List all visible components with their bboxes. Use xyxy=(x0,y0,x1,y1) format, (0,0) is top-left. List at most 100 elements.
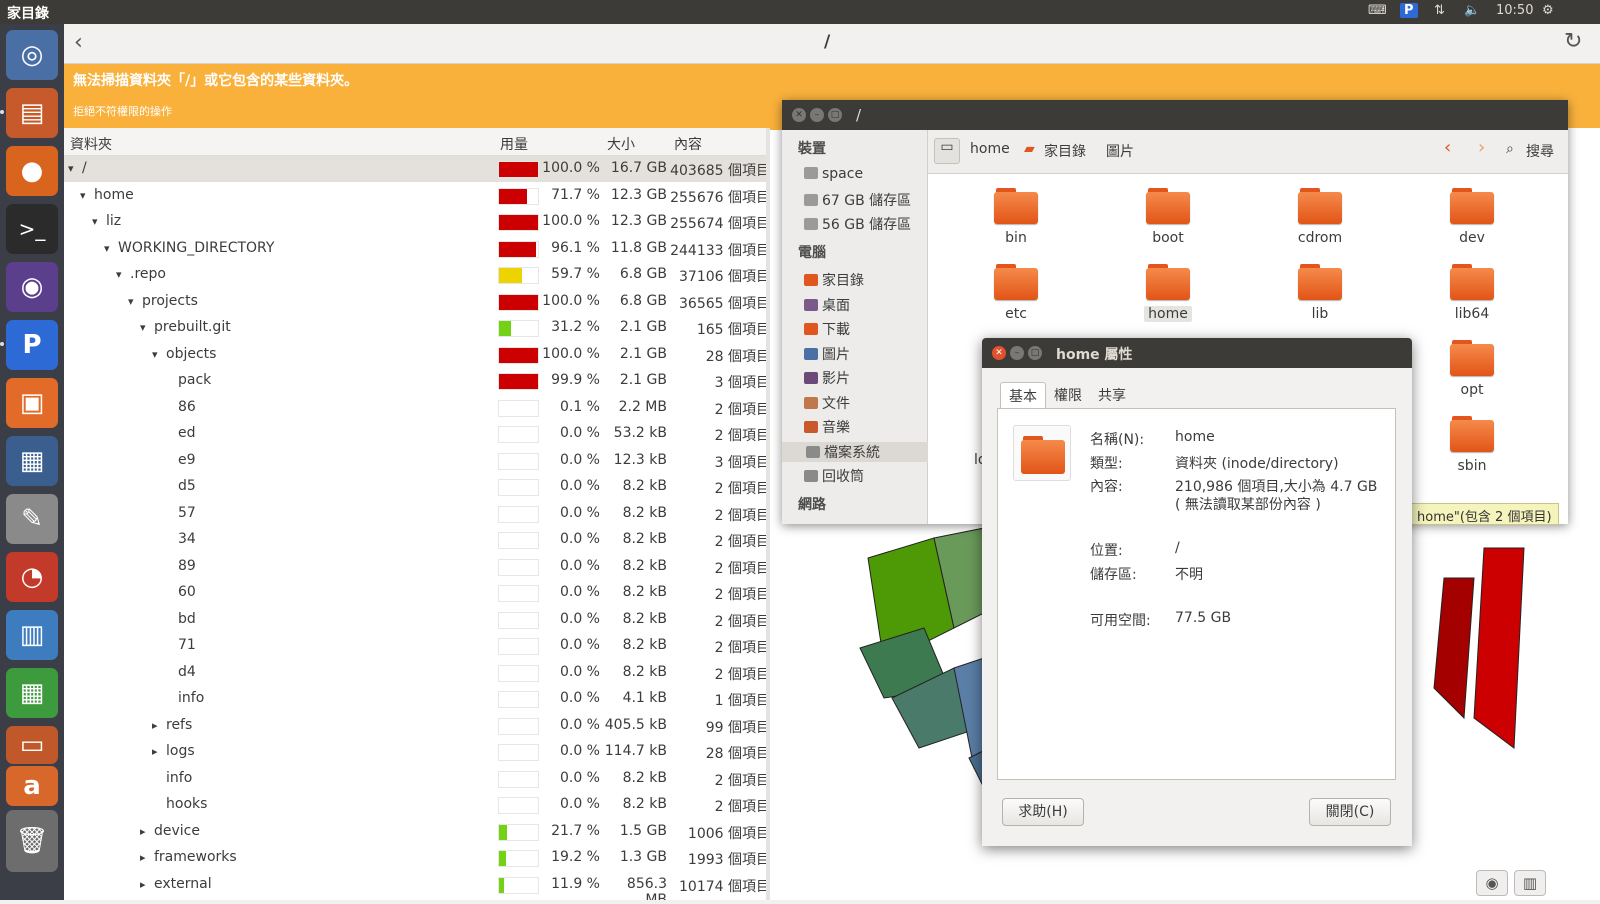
expander-closed-icon[interactable]: ▸ xyxy=(152,745,158,758)
installer-icon[interactable]: ▣ xyxy=(6,378,58,428)
tab-share[interactable]: 共享 xyxy=(1090,382,1134,408)
volume-icon[interactable]: 🔈 xyxy=(1464,3,1480,18)
search-label[interactable]: 搜尋 xyxy=(1526,141,1554,161)
close-icon[interactable]: ✕ xyxy=(992,346,1006,360)
sidebar-item-place[interactable]: 音樂 xyxy=(804,417,850,437)
expander-open-icon[interactable]: ▾ xyxy=(104,242,110,255)
col-size[interactable]: 大小 xyxy=(607,134,635,154)
folder-item[interactable]: lib xyxy=(1280,264,1360,322)
table-row[interactable]: ▸ logs 0.0 % 114.7 kB 28 個項目 xyxy=(64,739,770,765)
expander-open-icon[interactable]: ▾ xyxy=(68,162,74,175)
col-content[interactable]: 內容 xyxy=(674,134,702,154)
table-row[interactable]: hooks 0.0 % 8.2 kB 2 個項目 xyxy=(64,792,770,818)
tree-scrollbar[interactable] xyxy=(766,128,770,900)
pidgin-icon[interactable]: P xyxy=(6,320,58,370)
table-row[interactable]: d5 0.0 % 8.2 kB 2 個項目 xyxy=(64,474,770,500)
sidebar-item-place[interactable]: 回收筒 xyxy=(804,466,864,486)
ring-segment[interactable] xyxy=(1473,547,1525,749)
table-row[interactable]: ▸ device 21.7 % 1.5 GB 1006 個項目 xyxy=(64,819,770,845)
folder-item[interactable]: opt xyxy=(1432,340,1512,398)
sidebar-item-place[interactable]: 圖片 xyxy=(804,344,850,364)
search-icon[interactable]: ⌕ xyxy=(1506,141,1514,157)
chevron-right-icon[interactable]: › xyxy=(1478,137,1485,158)
expander-open-icon[interactable]: ▾ xyxy=(92,215,98,228)
sidebar-item-place[interactable]: 檔案系統 xyxy=(782,441,928,462)
text-editor-icon[interactable]: ✎ xyxy=(6,494,58,544)
network-icon[interactable]: ⇅ xyxy=(1434,3,1445,18)
table-row[interactable]: ed 0.0 % 53.2 kB 2 個項目 xyxy=(64,421,770,447)
reload-icon[interactable]: ↻ xyxy=(1564,29,1582,54)
expander-open-icon[interactable]: ▾ xyxy=(116,268,122,281)
folder-item[interactable]: boot xyxy=(1128,188,1208,246)
help-button[interactable]: 求助(H) xyxy=(1002,798,1084,826)
table-row[interactable]: ▸ external 11.9 % 856.3 MB 10174 個項目 xyxy=(64,872,770,901)
folder-item[interactable]: bin xyxy=(976,188,1056,246)
ring-view-button[interactable]: ◉ xyxy=(1476,870,1508,896)
clock[interactable]: 10:50 xyxy=(1496,3,1533,18)
files-icon[interactable]: ▤ xyxy=(6,88,58,138)
workspace-icon[interactable]: ▦ xyxy=(6,436,58,486)
chevron-left-icon[interactable]: ‹ xyxy=(1444,137,1451,158)
sidebar-item-space[interactable]: space xyxy=(804,166,863,182)
maximize-icon[interactable]: □ xyxy=(828,108,842,122)
path-button-home-dir[interactable]: 家目錄 xyxy=(1044,141,1086,161)
folder-item[interactable]: lib64 xyxy=(1432,264,1512,322)
table-row[interactable]: ▾ objects 100.0 % 2.1 GB 28 個項目 xyxy=(64,342,770,368)
sidebar-item-67gb[interactable]: 67 GB 儲存區 xyxy=(804,190,911,210)
table-row[interactable]: ▾ home 71.7 % 12.3 GB 255676 個項目 xyxy=(64,183,770,209)
path-button-home[interactable]: home xyxy=(970,141,1010,157)
ubuntu-dash-icon[interactable]: ◎ xyxy=(6,30,58,80)
terminal-icon[interactable]: >_ xyxy=(6,204,58,254)
col-usage[interactable]: 用量 xyxy=(500,134,528,154)
name-value[interactable]: home xyxy=(1175,429,1215,445)
expander-open-icon[interactable]: ▾ xyxy=(128,295,134,308)
table-row[interactable]: ▾ / 100.0 % 16.7 GB 403685 個項目 xyxy=(64,156,770,182)
folder-icon[interactable] xyxy=(1013,425,1071,481)
table-row[interactable]: ▾ prebuilt.git 31.2 % 2.1 GB 165 個項目 xyxy=(64,315,770,341)
table-row[interactable]: bd 0.0 % 8.2 kB 2 個項目 xyxy=(64,607,770,633)
close-button[interactable]: 關閉(C) xyxy=(1309,798,1391,826)
maximize-icon[interactable]: □ xyxy=(1028,346,1042,360)
expander-open-icon[interactable]: ▾ xyxy=(80,189,86,202)
ring-segment[interactable] xyxy=(1433,577,1475,720)
table-row[interactable]: e9 0.0 % 12.3 kB 3 個項目 xyxy=(64,448,770,474)
folder-item[interactable]: home xyxy=(1128,264,1208,322)
close-icon[interactable]: ✕ xyxy=(792,108,806,122)
writer-icon[interactable]: ▥ xyxy=(6,610,58,660)
col-folder[interactable]: 資料夾 xyxy=(70,134,112,154)
table-row[interactable]: ▾ liz 100.0 % 12.3 GB 255674 個項目 xyxy=(64,209,770,235)
expander-open-icon[interactable]: ▾ xyxy=(152,348,158,361)
folder-item[interactable]: sbin xyxy=(1432,416,1512,474)
table-row[interactable]: ▸ frameworks 19.2 % 1.3 GB 1993 個項目 xyxy=(64,845,770,871)
table-row[interactable]: info 0.0 % 8.2 kB 2 個項目 xyxy=(64,766,770,792)
minimize-icon[interactable]: – xyxy=(810,108,824,122)
sidebar-item-place[interactable]: 文件 xyxy=(804,393,850,413)
sidebar-item-place[interactable]: 桌面 xyxy=(804,295,850,315)
expander-closed-icon[interactable]: ▸ xyxy=(140,878,146,891)
back-arrow-icon[interactable]: ‹ xyxy=(74,30,83,55)
table-row[interactable]: 71 0.0 % 8.2 kB 2 個項目 xyxy=(64,633,770,659)
firefox-icon[interactable]: ● xyxy=(6,146,58,196)
impress-icon[interactable]: ▭ xyxy=(6,726,58,764)
table-row[interactable]: ▾ .repo 59.7 % 6.8 GB 37106 個項目 xyxy=(64,262,770,288)
table-row[interactable]: ▾ WORKING_DIRECTORY 96.1 % 11.8 GB 244133 個項… xyxy=(64,236,770,262)
trash-icon[interactable]: 🗑 xyxy=(6,810,58,872)
folder-item[interactable]: cdrom xyxy=(1280,188,1360,246)
treemap-view-button[interactable]: ▥ xyxy=(1514,870,1546,896)
amazon-icon[interactable]: a xyxy=(6,766,58,806)
table-row[interactable]: 86 0.1 % 2.2 MB 2 個項目 xyxy=(64,395,770,421)
expander-closed-icon[interactable]: ▸ xyxy=(140,851,146,864)
tab-permissions[interactable]: 權限 xyxy=(1046,382,1090,408)
pidgin-icon[interactable]: P xyxy=(1400,3,1418,18)
table-row[interactable]: d4 0.0 % 8.2 kB 2 個項目 xyxy=(64,660,770,686)
sidebar-item-place[interactable]: 家目錄 xyxy=(804,270,864,290)
table-row[interactable]: 34 0.0 % 8.2 kB 2 個項目 xyxy=(64,527,770,553)
table-row[interactable]: pack 99.9 % 2.1 GB 3 個項目 xyxy=(64,368,770,394)
path-button-pictures[interactable]: 圖片 xyxy=(1106,141,1134,161)
tab-basic[interactable]: 基本 xyxy=(1000,382,1046,408)
calc-icon[interactable]: ▦ xyxy=(6,668,58,718)
table-row[interactable]: ▸ refs 0.0 % 405.5 kB 99 個項目 xyxy=(64,713,770,739)
folder-item[interactable]: etc xyxy=(976,264,1056,322)
sidebar-item-place[interactable]: 下載 xyxy=(804,319,850,339)
table-row[interactable]: ▾ projects 100.0 % 6.8 GB 36565 個項目 xyxy=(64,289,770,315)
